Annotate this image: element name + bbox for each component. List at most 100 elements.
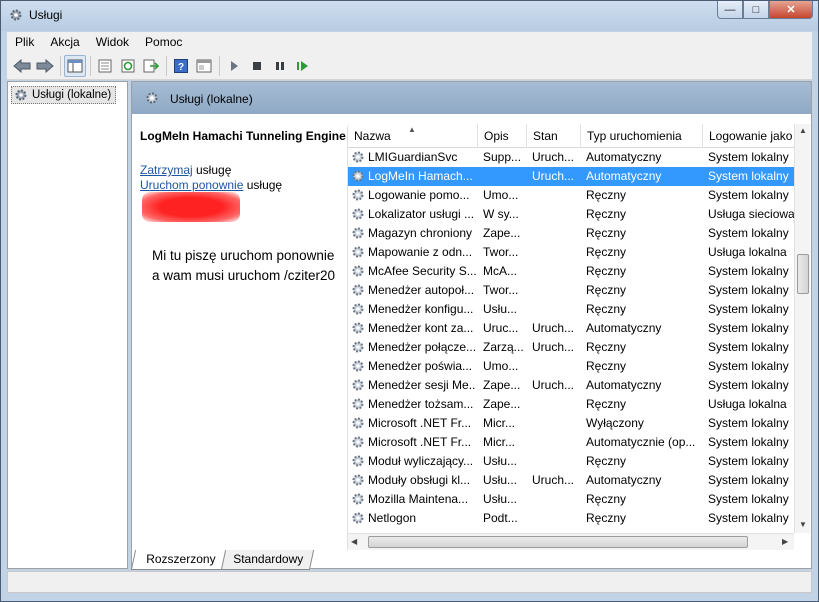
table-row[interactable]: Mozilla Maintena... Usłu... Ręczny System l…: [348, 490, 794, 509]
service-description: Umo...: [483, 188, 519, 202]
help-icon[interactable]: ?: [170, 55, 192, 77]
service-description: Zape...: [483, 378, 521, 392]
service-name: Moduły obsługi kl...: [368, 473, 471, 487]
table-row[interactable]: Moduły obsługi kl... Usłu... Uruch... Autom…: [348, 471, 794, 490]
service-name: Menedżer tożsam...: [368, 397, 474, 411]
service-name: Moduł wyliczający...: [368, 454, 474, 468]
restart-service-icon[interactable]: [292, 55, 314, 77]
service-log-on-as: Usługa lokalna: [708, 245, 787, 259]
service-status: [532, 205, 580, 224]
service-status: [532, 281, 580, 300]
service-description: Micr...: [483, 416, 515, 430]
column-headers: ▲ Nazwa Opis Stan Typ uruchomienia Logow…: [348, 124, 794, 148]
svg-text:?: ?: [178, 62, 184, 73]
stop-service-link[interactable]: Zatrzymaj: [140, 163, 193, 177]
service-status: [532, 395, 580, 414]
console-view-icon[interactable]: [193, 55, 215, 77]
service-description: Micr...: [483, 435, 515, 449]
table-row[interactable]: Lokalizator usługi ... W sy... Ręczny Usług…: [348, 205, 794, 224]
service-gear-icon: [352, 208, 364, 220]
menu-pomoc[interactable]: Pomoc: [137, 32, 190, 52]
export-icon[interactable]: [140, 55, 162, 77]
refresh-icon[interactable]: [117, 55, 139, 77]
restart-service-link[interactable]: Uruchom ponownie: [140, 178, 243, 192]
service-name: Lokalizator usługi ...: [368, 207, 475, 221]
vertical-scroll-thumb[interactable]: [797, 254, 809, 294]
restart-service-suffix: usługę: [243, 178, 283, 192]
services-gear-icon: [10, 9, 22, 21]
tree-pane: Usługi (lokalne): [7, 81, 128, 569]
service-startup-type: Wyłączony: [586, 416, 644, 430]
column-header-startup-type[interactable]: Typ uruchomienia: [581, 124, 703, 148]
menu-widok[interactable]: Widok: [88, 32, 137, 52]
column-header-status[interactable]: Stan: [527, 124, 581, 148]
table-row[interactable]: LogMeIn Hamach... Uruch... Automatyczny Sys…: [348, 167, 794, 186]
service-name: LMIGuardianSvc: [368, 150, 458, 164]
service-startup-type: Ręczny: [586, 283, 627, 297]
show-hide-tree-icon[interactable]: [64, 54, 86, 77]
pause-service-icon[interactable]: [269, 55, 291, 77]
maximize-button[interactable]: □: [743, 1, 769, 19]
minimize-button[interactable]: —: [717, 1, 743, 19]
start-service-icon[interactable]: [223, 55, 245, 77]
menu-plik[interactable]: Plik: [7, 32, 42, 52]
table-row[interactable]: Logowanie pomo... Umo... Ręczny System loka…: [348, 186, 794, 205]
horizontal-scrollbar[interactable]: ◀ ▶: [348, 533, 794, 550]
title-bar[interactable]: Usługi — □ ✕: [1, 1, 818, 31]
table-row[interactable]: Magazyn chroniony Zape... Ręczny System lok…: [348, 224, 794, 243]
scroll-left-icon[interactable]: ◀: [351, 537, 357, 546]
scroll-right-icon[interactable]: ▶: [782, 537, 788, 546]
close-button[interactable]: ✕: [769, 1, 813, 19]
menu-akcja[interactable]: Akcja: [42, 32, 87, 52]
scroll-down-icon[interactable]: ▼: [799, 520, 807, 529]
table-row[interactable]: Netlogon Podt... Ręczny System lokalny: [348, 509, 794, 528]
service-description: Usłu...: [483, 302, 518, 316]
toolbar-separator: [219, 55, 220, 76]
pane-header: Usługi (lokalne): [132, 82, 811, 114]
properties-icon[interactable]: [94, 55, 116, 77]
service-status: Uruch...: [532, 150, 575, 164]
service-startup-type: Ręczny: [586, 188, 627, 202]
horizontal-scroll-thumb[interactable]: [368, 536, 748, 548]
service-name: Menedżer kont za...: [368, 321, 474, 335]
back-icon[interactable]: [11, 55, 33, 77]
tab-standard[interactable]: Standardowy: [218, 550, 315, 570]
tab-extended[interactable]: Rozszerzony: [130, 550, 227, 570]
tree-item-label: Usługi (lokalne): [32, 89, 112, 101]
column-header-log-on-as[interactable]: Logowanie jako: [703, 124, 794, 148]
table-row[interactable]: Mapowanie z odn... Twor... Ręczny Usługa lo…: [348, 243, 794, 262]
scroll-up-icon[interactable]: ▲: [799, 126, 807, 135]
table-row[interactable]: Menedżer kont za... Uruc... Uruch... Automa…: [348, 319, 794, 338]
menu-bar: Plik Akcja Widok Pomoc: [7, 32, 812, 52]
vertical-scrollbar[interactable]: ▲ ▼: [794, 124, 810, 533]
table-row[interactable]: Menedżer tożsam... Zape... Ręczny Usługa lo…: [348, 395, 794, 414]
column-header-name[interactable]: ▲ Nazwa: [348, 124, 478, 148]
stop-service-icon[interactable]: [246, 55, 268, 77]
table-row[interactable]: Menedżer sesji Me... Zape... Uruch... Autom…: [348, 376, 794, 395]
tree-item-services-local[interactable]: Usługi (lokalne): [11, 86, 117, 104]
service-log-on-as: System lokalny: [708, 302, 789, 316]
annotation-line-2: a wam musi uruchom /cziter20: [152, 268, 336, 283]
service-log-on-as: System lokalny: [708, 264, 789, 278]
service-gear-icon: [352, 151, 364, 163]
table-row[interactable]: Microsoft .NET Fr... Micr... Wyłączony Syst…: [348, 414, 794, 433]
service-gear-icon: [352, 474, 364, 486]
table-row[interactable]: Menedżer poświa... Umo... Ręczny System lok…: [348, 357, 794, 376]
column-header-description[interactable]: Opis: [478, 124, 527, 148]
table-row[interactable]: Moduł wyliczający... Usłu... Ręczny System …: [348, 452, 794, 471]
table-row[interactable]: Menedżer konfigu... Usłu... Ręczny System l…: [348, 300, 794, 319]
table-row[interactable]: LMIGuardianSvc Supp... Uruch... Automatyczn…: [348, 148, 794, 167]
service-startup-type: Ręczny: [586, 492, 627, 506]
forward-icon[interactable]: [34, 55, 56, 77]
service-name: Menedżer autopoł...: [368, 283, 475, 297]
service-log-on-as: Usługa sieciowa: [708, 207, 794, 221]
service-log-on-as: System lokalny: [708, 492, 789, 506]
table-row[interactable]: Menedżer połącze... Zarzą... Uruch... Ręczn…: [348, 338, 794, 357]
service-description: Umo...: [483, 359, 519, 373]
service-name: Magazyn chroniony: [368, 226, 473, 240]
table-row[interactable]: McAfee Security S... McA... Ręczny System l…: [348, 262, 794, 281]
services-window: Usługi — □ ✕ Plik Akcja Widok Pomoc ? Us…: [0, 0, 819, 602]
service-status: Uruch...: [532, 378, 575, 392]
table-row[interactable]: Microsoft .NET Fr... Micr... Automatycznie…: [348, 433, 794, 452]
table-row[interactable]: Menedżer autopoł... Twor... Ręczny System l…: [348, 281, 794, 300]
